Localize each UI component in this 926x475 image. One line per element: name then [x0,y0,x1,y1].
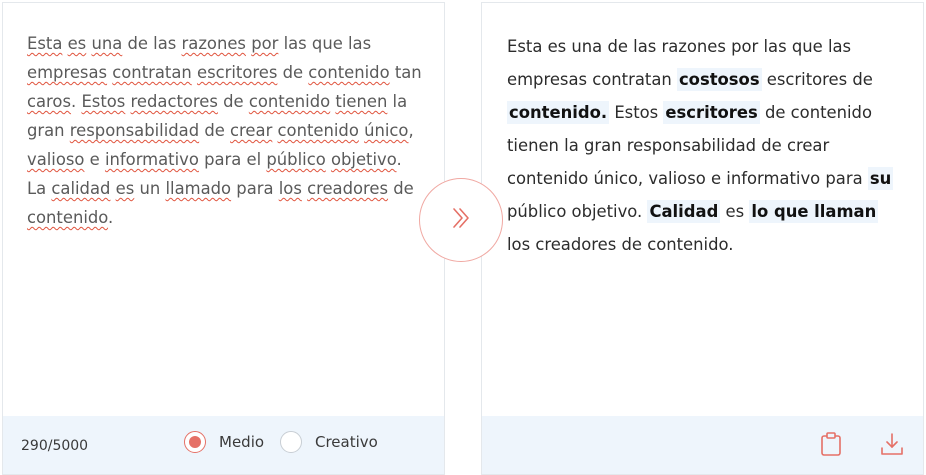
output-panel: Esta es una de las razones por las que l… [481,2,924,475]
mode-label-medio: Medio [219,433,265,451]
misspelled-word: crear [230,121,273,140]
input-text-run: de [217,92,249,111]
misspelled-word: empresas [27,63,108,82]
changed-word-highlight[interactable]: costosos [676,68,762,91]
misspelled-word: razones [181,34,246,53]
misspelled-word: contratan [112,63,192,82]
radio-creativo[interactable] [280,431,302,453]
misspelled-word: es [67,34,87,53]
input-text-run: de las [122,34,182,53]
changed-word-highlight[interactable]: escritores [663,101,760,124]
misspelled-word: Esta [27,34,63,53]
misspelled-word: contenido [308,63,390,82]
misspelled-word: contenido [248,92,331,111]
changed-word-highlight[interactable]: Calidad [647,200,721,223]
convert-button[interactable] [419,178,503,262]
misspelled-word: valioso [27,150,85,169]
changed-word-highlight[interactable]: contenido. [507,101,610,124]
double-chevron-right-icon [448,205,474,235]
misspelled-word: por [251,34,279,53]
input-footer: 290/5000 Medio Creativo [3,416,444,474]
misspelled-word: informativo [104,150,199,169]
misspelled-word: escritores [196,63,278,82]
radio-medio[interactable] [184,431,206,453]
clipboard-icon[interactable] [818,431,844,457]
misspelled-word: tienen [335,92,388,111]
misspelled-word: llamado [165,179,232,198]
changed-word-highlight[interactable]: su [867,167,894,190]
changed-word-highlight[interactable]: lo que llaman [749,200,879,223]
misspelled-word: único [364,121,409,140]
input-text-run: un [134,179,166,198]
radio-selected-dot [189,436,201,448]
output-text-area: Esta es una de las razones por las que l… [507,30,902,261]
input-text-run: . [71,92,82,111]
input-panel: Esta es una de las razones por las que l… [2,2,445,475]
output-text-run: escritores de [761,70,873,89]
input-text-run: las que las [278,34,372,53]
input-text-area[interactable]: Esta es una de las razones por las que l… [27,29,422,232]
input-text-run: , [408,121,414,140]
misspelled-word: contenido [27,208,109,227]
input-text-run: para el [198,150,267,169]
input-text-run: . [108,208,114,227]
input-text-run: de [277,63,309,82]
mode-option-creativo[interactable]: Creativo [280,431,378,453]
download-icon[interactable] [879,431,905,457]
misspelled-word: público [266,150,326,169]
output-footer [482,416,923,474]
input-text-run: tan [389,63,422,82]
misspelled-word: contenido [277,121,359,140]
misspelled-word: Estos [81,92,126,111]
misspelled-word: caros [27,92,72,111]
mode-option-medio[interactable]: Medio [184,431,264,453]
misspelled-word: redactores [130,92,218,111]
output-text-run: es [720,202,750,221]
input-text-run: e [84,150,105,169]
misspelled-word: es [115,179,135,198]
misspelled-word: objetivo [330,150,397,169]
char-counter: 290/5000 [21,438,89,454]
output-text-run: Estos [609,103,664,122]
input-text-run: de [199,121,231,140]
output-text-run: público objetivo. [507,202,648,221]
misspelled-word: los [278,179,302,198]
input-text-run: de [388,179,414,198]
mode-label-creativo: Creativo [315,433,378,451]
misspelled-word: una [91,34,123,53]
input-text-run: para [231,179,279,198]
misspelled-word: creadores [307,179,389,198]
misspelled-word: responsabilidad [69,121,200,140]
misspelled-word: calidad [51,179,111,198]
output-text-run: los creadores de contenido. [507,235,734,254]
